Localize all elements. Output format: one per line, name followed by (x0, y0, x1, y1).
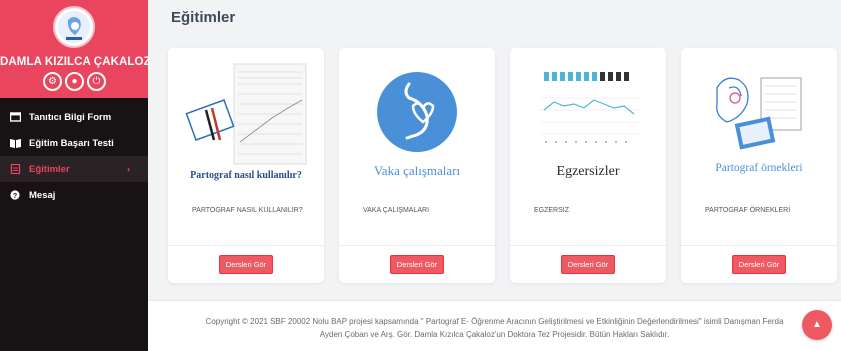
question-circle-icon: ? (10, 190, 21, 200)
card-description: PARTOGRAF NASIL KULLANILIR? (192, 207, 303, 214)
sidebar-menu: Tanıtıcı Bilgi Form Eğitim Başarı Testi … (0, 104, 148, 208)
page-title: Eğitimler (171, 9, 236, 26)
copyright-text: Copyright © 2021 SBF 20002 Nolu BAP proj… (148, 315, 841, 341)
course-card-vaka: Vaka çalışmaları VAKA ÇALIŞMALARI Dersle… (339, 48, 495, 283)
settings-icon[interactable]: ⚙ (43, 72, 62, 91)
document-icon (10, 163, 21, 175)
dersleri-gor-button[interactable]: Dersleri Gör (389, 255, 445, 274)
logo-icon (58, 11, 90, 43)
course-card-partograf: Partograf nasıl kullanılır? PARTOGRAF NA… (168, 48, 324, 283)
sidebar-item-mesaj[interactable]: ? Mesaj (0, 182, 148, 208)
sidebar: DAMLA KIZILCA ÇAKALOZ ⚙ ● ⏻ Tanıtıcı Bil… (0, 0, 151, 351)
sidebar-item-tanitici[interactable]: Tanıtıcı Bilgi Form (0, 104, 148, 130)
avatar[interactable] (53, 6, 95, 48)
sidebar-item-label: Eğitimler (29, 163, 70, 175)
sidebar-item-label: Tanıtıcı Bilgi Form (29, 111, 112, 123)
card-caption: Egzersizler (556, 164, 620, 179)
book-icon (10, 138, 21, 148)
card-image: Partograf nasıl kullanılır? (168, 48, 324, 193)
card-description: VAKA ÇALIŞMALARI (363, 207, 430, 214)
card-description: PARTOGRAF ÖRNEKLERİ (705, 207, 791, 214)
card-image: Vaka çalışmaları (339, 48, 495, 193)
card-image: Egzersizler (510, 48, 666, 193)
chevron-right-icon: › (127, 164, 130, 174)
sidebar-item-label: Eğitim Başarı Testi (29, 137, 114, 149)
card-footer: Dersleri Gör (681, 245, 837, 283)
card-caption: Partograf nasıl kullanılır? (190, 170, 302, 181)
sidebar-item-egitim-basari-testi[interactable]: Eğitim Başarı Testi (0, 130, 148, 156)
copyright-line-1: Copyright © 2021 SBF 20002 Nolu BAP proj… (205, 317, 784, 326)
page-footer: Copyright © 2021 SBF 20002 Nolu BAP proj… (148, 300, 841, 351)
course-card-ornekler: Partograf örnekleri PARTOGRAF ÖRNEKLERİ … (681, 48, 837, 283)
card-caption: Vaka çalışmaları (373, 163, 461, 178)
course-card-egzersiz: Egzersizler EGZERSIZ Dersleri Gör (510, 48, 666, 283)
dersleri-gor-button[interactable]: Dersleri Gör (560, 255, 616, 274)
card-footer: Dersleri Gör (339, 245, 495, 283)
page-header: Eğitimler (148, 0, 841, 36)
sidebar-profile: DAMLA KIZILCA ÇAKALOZ ⚙ ● ⏻ (0, 0, 151, 98)
scroll-top-button[interactable]: ▲ (802, 310, 832, 340)
chevron-up-icon: ▲ (812, 319, 822, 330)
power-icon[interactable]: ⏻ (87, 72, 106, 91)
card-footer: Dersleri Gör (510, 245, 666, 283)
id-card-icon (9, 112, 22, 122)
card-caption: Partograf örnekleri (715, 162, 803, 174)
sidebar-item-egitimler[interactable]: Eğitimler › (0, 156, 148, 182)
card-footer: Dersleri Gör (168, 245, 324, 283)
copyright-line-2: Ayden Çoban ve Arş. Gör. Damla Kızılca Ç… (319, 330, 670, 339)
user-name: DAMLA KIZILCA ÇAKALOZ (0, 56, 151, 68)
card-description: EGZERSIZ (534, 207, 570, 214)
svg-text:?: ? (13, 193, 17, 200)
dersleri-gor-button[interactable]: Dersleri Gör (218, 255, 274, 274)
chat-icon[interactable]: ● (65, 72, 84, 91)
sidebar-item-label: Mesaj (29, 189, 56, 201)
profile-actions: ⚙ ● ⏻ (43, 72, 106, 91)
dersleri-gor-button[interactable]: Dersleri Gör (731, 255, 787, 274)
card-image: Partograf örnekleri (681, 48, 837, 193)
